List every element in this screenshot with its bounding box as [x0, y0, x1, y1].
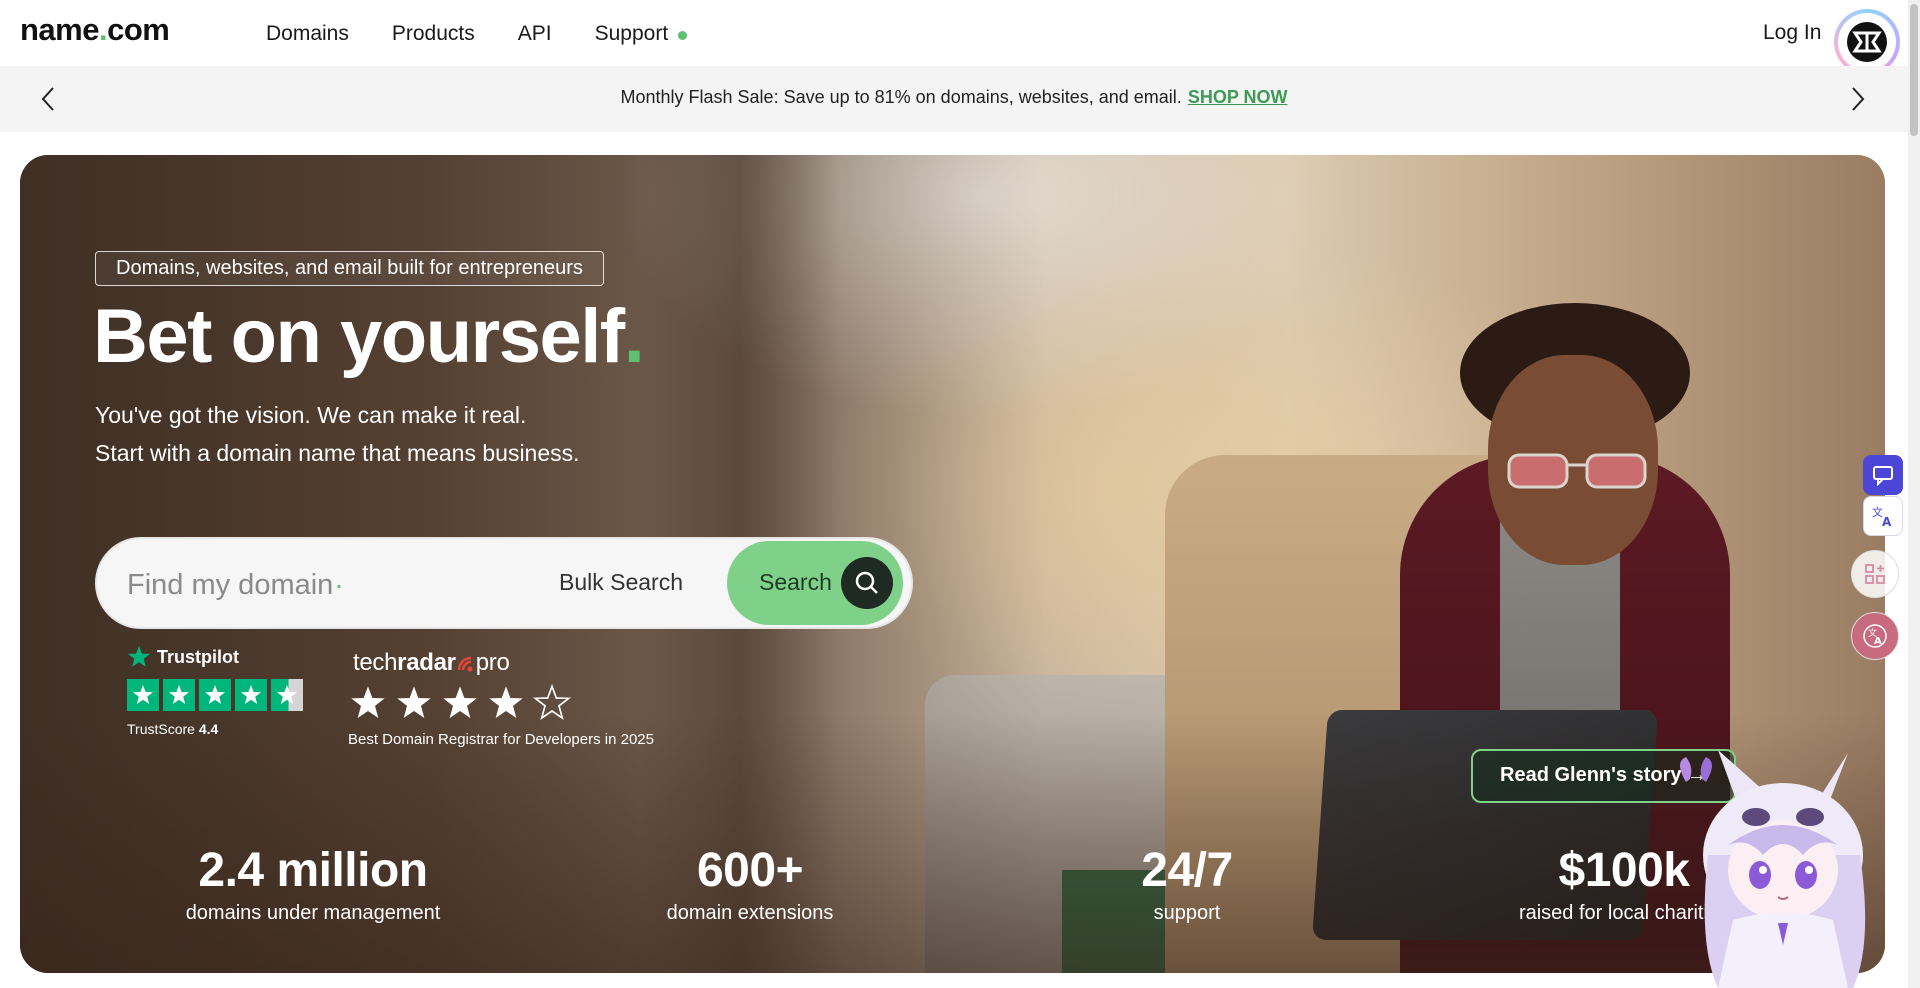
nav-domains[interactable]: Domains: [266, 22, 349, 46]
promo-shop-now-link[interactable]: SHOP NOW: [1188, 87, 1288, 107]
hero-tagline: Domains, websites, and email built for e…: [95, 251, 604, 286]
techradar-star-5-empty-icon: [532, 683, 572, 720]
stat-label: domains under management: [185, 902, 441, 924]
trustpilot-score: TrustScore 4.4: [127, 721, 303, 737]
stat-extensions: 600+ domain extensions: [585, 843, 915, 925]
trustpilot-star-5-icon: [271, 679, 303, 711]
anime-mascot-overlay[interactable]: [1678, 745, 1888, 988]
nav-support[interactable]: Support: [595, 22, 688, 46]
promo-bar: Monthly Flash Sale: Save up to 81% on do…: [0, 66, 1908, 132]
apps-tool-button[interactable]: [1851, 550, 1899, 598]
logo-text-com: com: [107, 12, 170, 47]
scrollbar-thumb[interactable]: [1910, 4, 1918, 136]
logo-dot: .: [98, 12, 108, 47]
domain-search-bar: . Bulk Search Search: [95, 537, 913, 629]
support-status-dot: [678, 31, 688, 40]
techradar-brand-pro: pro: [475, 649, 510, 676]
stat-support: 24/7 support: [1022, 843, 1352, 925]
techradar-brand-radar: radar: [397, 649, 456, 676]
techradar-star-2-icon: [397, 686, 431, 718]
trustpilot-score-label: TrustScore: [127, 721, 195, 737]
search-button-label: Search: [759, 569, 832, 595]
techradar-star-3-icon: [443, 686, 477, 718]
domain-search-input[interactable]: [127, 565, 487, 605]
techradar-rating[interactable]: techradar pro Best Domain Registrar for D…: [348, 649, 654, 748]
bulk-search-link[interactable]: Bulk Search: [559, 569, 683, 596]
techradar-signal-icon: [457, 656, 473, 672]
stat-value: 24/7: [1141, 844, 1233, 897]
top-navigation: name.com Domains Products API Support Lo…: [0, 0, 1920, 75]
techradar-caption: Best Domain Registrar for Developers in …: [348, 731, 654, 748]
trustpilot-star-3-icon: [199, 679, 231, 711]
trustpilot-star-icon: [128, 646, 150, 667]
techradar-stars: [348, 683, 654, 723]
stat-domains: 2.4 million domains under management: [148, 843, 478, 925]
promo-next-button[interactable]: [1842, 84, 1872, 114]
techradar-star-1-icon: [351, 686, 385, 718]
hero-headline: Bet on yourself.: [93, 293, 645, 380]
apps-grid-icon: [1865, 564, 1885, 584]
stat-label: support: [1153, 902, 1221, 924]
trustpilot-star-4-icon: [235, 679, 267, 711]
techradar-brand-tech: tech: [353, 649, 398, 676]
trustpilot-star-1-icon: [127, 679, 159, 711]
trustpilot-header: Trustpilot: [127, 645, 303, 669]
hero-headline-text: Bet on yourself: [93, 294, 625, 379]
hero-subline-1: You've got the vision. We can make it re…: [95, 402, 527, 428]
search-button[interactable]: Search: [727, 541, 903, 625]
site-logo[interactable]: name.com: [20, 12, 170, 48]
nav-products[interactable]: Products: [392, 22, 475, 46]
promo-message: Monthly Flash Sale: Save up to 81% on do…: [0, 87, 1908, 108]
translate-tool-button[interactable]: 文A: [1863, 496, 1903, 536]
trustpilot-name: Trustpilot: [157, 646, 239, 667]
svg-text:A: A: [1874, 636, 1882, 647]
translate-circle-icon: 文A: [1863, 624, 1887, 648]
logo-text-name: name: [20, 12, 99, 47]
mascot-character-icon: [1680, 750, 1866, 988]
promo-text: Monthly Flash Sale: Save up to 81% on do…: [620, 87, 1182, 107]
trustpilot-stars: [127, 679, 303, 711]
svg-text:A: A: [1882, 515, 1892, 528]
nav-support-label: Support: [594, 22, 669, 45]
nav-api[interactable]: API: [518, 22, 552, 46]
hero-headline-dot: .: [623, 294, 645, 379]
login-link[interactable]: Log In: [1763, 21, 1821, 45]
stat-value: 2.4 million: [198, 844, 428, 897]
translate-icon: 文A: [1872, 505, 1892, 528]
search-icon: [841, 557, 893, 609]
techradar-star-4-icon: [489, 686, 523, 718]
chat-tool-button[interactable]: [1863, 455, 1903, 495]
hero-subline-2: Start with a domain name that means busi…: [95, 440, 580, 466]
stat-value: 600+: [696, 844, 804, 897]
chat-icon: [1873, 466, 1893, 486]
trustpilot-rating[interactable]: Trustpilot TrustScore 4.4: [127, 645, 303, 737]
main-menu: Domains Products API Support: [266, 22, 688, 46]
stat-label: domain extensions: [666, 902, 834, 924]
trustpilot-score-value: 4.4: [198, 721, 219, 737]
techradar-logo: techradar pro: [353, 649, 654, 677]
hero-section: Domains, websites, and email built for e…: [20, 155, 1885, 973]
page-scrollbar[interactable]: [1908, 0, 1920, 988]
extension-logo-icon: [1838, 13, 1896, 71]
trustpilot-star-2-icon: [163, 679, 195, 711]
chevron-right-icon: [1852, 87, 1865, 111]
page-translate-button[interactable]: 文A: [1851, 612, 1899, 660]
